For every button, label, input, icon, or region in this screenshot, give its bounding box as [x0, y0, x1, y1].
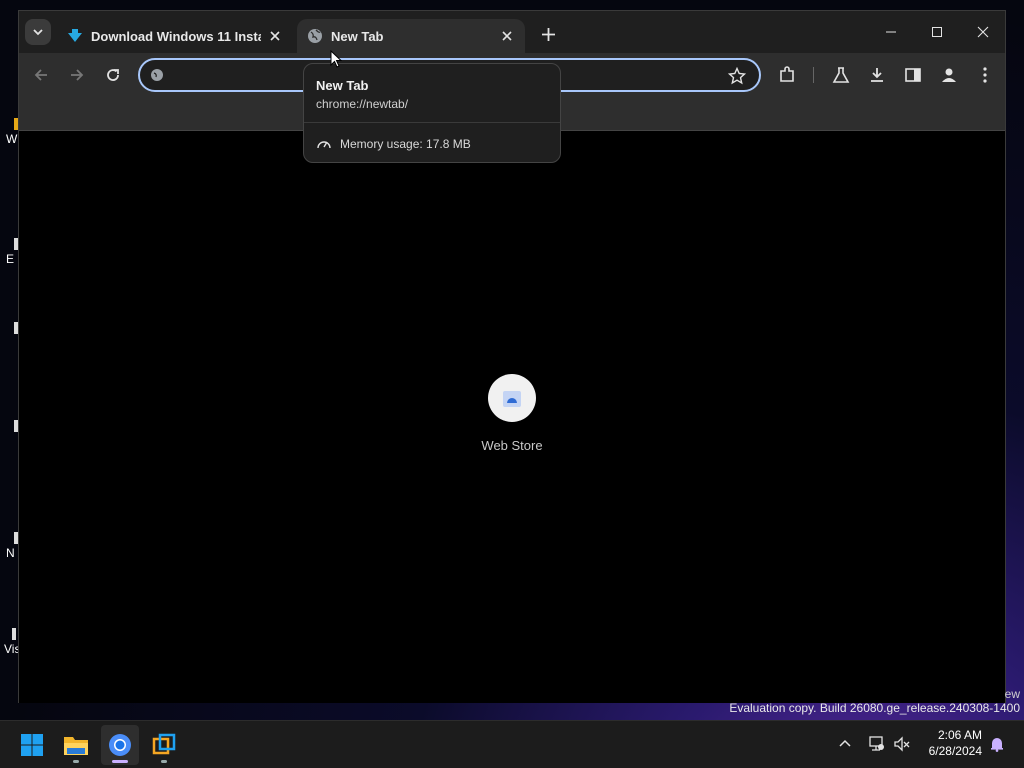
- tab-title: Download Windows 11 Installation: [91, 28, 261, 44]
- evaluation-watermark: Evaluation copy. Build 26080.ge_release.…: [729, 701, 1020, 715]
- forward-button[interactable]: [65, 63, 89, 87]
- back-button[interactable]: [29, 63, 53, 87]
- new-tab-page: Web Store: [19, 132, 1005, 703]
- tab-title: New Tab: [331, 28, 384, 44]
- puzzle-icon: [780, 66, 794, 82]
- chrome-icon: [109, 734, 131, 756]
- taskbar-clock[interactable]: 2:06 AM 6/28/2024: [920, 727, 982, 759]
- volume-button[interactable]: [891, 731, 913, 757]
- maximize-button[interactable]: [917, 19, 957, 45]
- network-button[interactable]: [865, 731, 887, 757]
- folder-icon: [64, 737, 88, 755]
- flask-icon: [832, 67, 850, 83]
- tab-new-tab[interactable]: New Tab: [297, 19, 525, 53]
- taskbar: 2:06 AM 6/28/2024: [0, 720, 1024, 768]
- hover-card-divider: [304, 122, 560, 123]
- plus-icon: [541, 27, 555, 41]
- globe-icon: [308, 29, 322, 43]
- minimize-icon: [886, 31, 896, 33]
- arrow-left-icon: [34, 69, 47, 81]
- chevron-down-icon: [33, 29, 43, 36]
- clock-date: 6/28/2024: [928, 744, 982, 758]
- desktop-icon-glyph: [12, 628, 16, 640]
- taskbar-app-4[interactable]: [145, 725, 183, 765]
- more-vertical-icon: [983, 67, 987, 83]
- shortcut-web-store[interactable]: Web Store: [475, 374, 549, 453]
- close-icon: [977, 26, 989, 38]
- tab-download-windows[interactable]: Download Windows 11 Installation: [57, 19, 293, 53]
- shortcut-label: Web Store: [481, 438, 543, 453]
- new-tab-button[interactable]: [537, 23, 559, 45]
- watermark-text: ew: [1004, 687, 1020, 701]
- windows-logo-icon: [21, 734, 43, 756]
- toolbar-separator: [813, 67, 814, 83]
- person-icon: [942, 68, 956, 82]
- tab-close-button[interactable]: [267, 28, 283, 44]
- tab-close-button[interactable]: [499, 28, 515, 44]
- hover-card-title: New Tab: [316, 78, 369, 93]
- web-store-icon: [503, 391, 521, 407]
- extensions-button[interactable]: [775, 63, 799, 87]
- side-panel-icon: [905, 68, 921, 82]
- reload-icon: [107, 69, 119, 81]
- shortcut-tile: [488, 374, 536, 422]
- hover-card-url: chrome://newtab/: [316, 97, 409, 111]
- download-arrow-icon: [68, 29, 82, 42]
- page-info-icon: [151, 69, 163, 81]
- downloads-button[interactable]: [865, 63, 889, 87]
- close-icon: [270, 31, 280, 41]
- volume-muted-icon: [894, 736, 910, 752]
- chevron-up-icon: [839, 739, 851, 747]
- start-button[interactable]: [13, 725, 51, 765]
- mouse-cursor-icon: [330, 50, 342, 68]
- running-indicator: [161, 760, 167, 763]
- remote-desktop-icon: [152, 733, 176, 755]
- labs-button[interactable]: [829, 63, 853, 87]
- tab-strip: Download Windows 11 Installation New Tab: [19, 11, 1005, 53]
- arrow-right-icon: [71, 69, 84, 81]
- reload-button[interactable]: [101, 63, 125, 87]
- browser-window: Download Windows 11 Installation New Tab: [18, 10, 1006, 703]
- download-icon: [871, 68, 883, 82]
- hover-card-memory: Memory usage: 17.8 MB: [340, 137, 471, 151]
- profile-button[interactable]: [937, 63, 961, 87]
- show-hidden-icons-button[interactable]: [834, 731, 856, 757]
- star-icon: [728, 67, 746, 85]
- taskbar-file-explorer[interactable]: [57, 725, 95, 765]
- network-icon: [869, 736, 884, 751]
- side-panel-button[interactable]: [901, 63, 925, 87]
- taskbar-chrome[interactable]: [101, 725, 139, 765]
- window-close-button[interactable]: [963, 19, 1003, 45]
- clock-time: 2:06 AM: [937, 728, 982, 742]
- running-indicator: [73, 760, 79, 763]
- tab-search-button[interactable]: [25, 19, 51, 45]
- notifications-button[interactable]: [986, 731, 1008, 757]
- minimize-button[interactable]: [871, 19, 911, 45]
- bookmark-star-button[interactable]: [727, 66, 747, 86]
- active-indicator: [112, 760, 128, 763]
- tab-hover-card: New Tab chrome://newtab/ Memory usage: 1…: [303, 63, 561, 163]
- menu-button[interactable]: [973, 63, 997, 87]
- gauge-icon: [317, 141, 331, 149]
- close-icon: [502, 31, 512, 41]
- maximize-icon: [932, 27, 942, 37]
- bell-icon: [991, 738, 1003, 752]
